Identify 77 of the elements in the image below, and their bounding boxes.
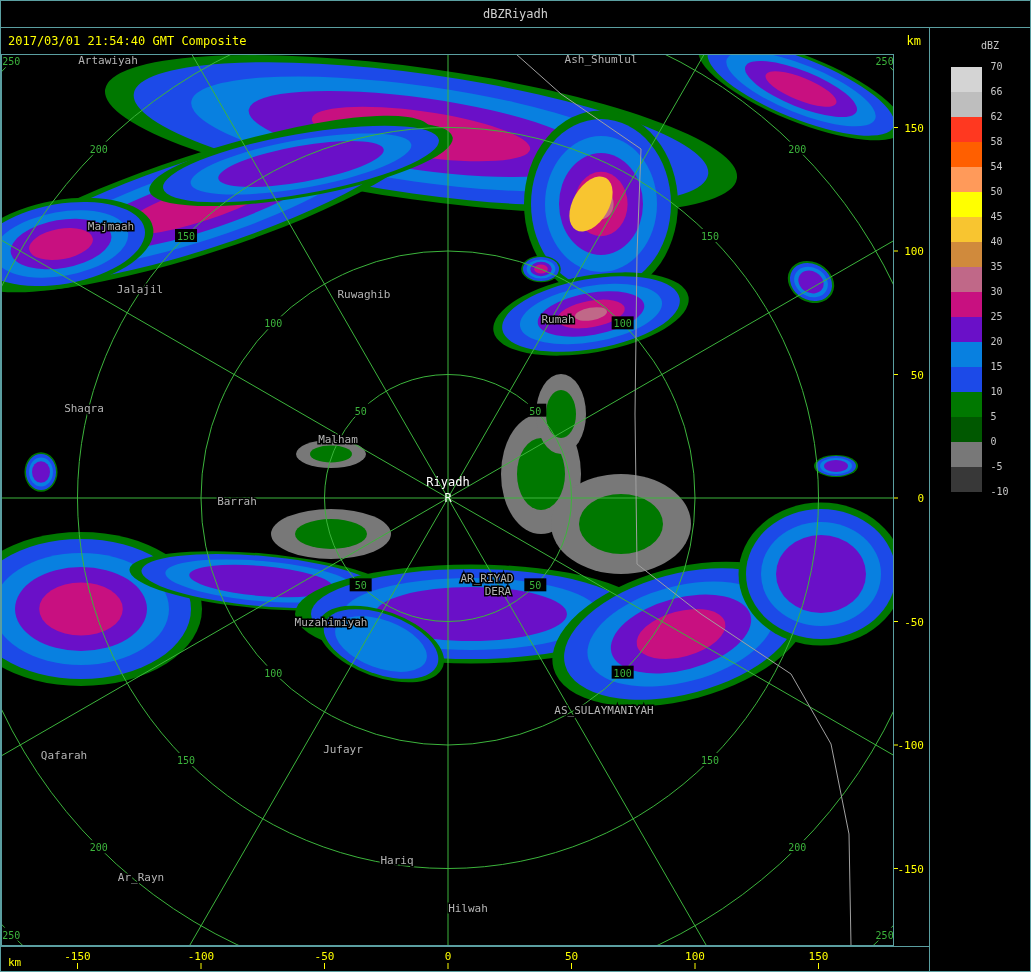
axis-tick-label: -50 xyxy=(314,950,335,963)
tick-mark xyxy=(894,374,899,375)
radar-site-marker: R xyxy=(444,491,452,505)
legend-label: 50 xyxy=(990,185,1004,199)
axis-tick-label: -100 xyxy=(187,950,215,963)
legend-label: 40 xyxy=(990,235,1004,249)
tick-mark xyxy=(894,621,899,622)
axis-tick-label: -50 xyxy=(904,615,924,629)
tick-mark xyxy=(77,962,78,970)
unit-label: km xyxy=(906,34,921,48)
legend-label: 45 xyxy=(990,210,1004,224)
axis-tick-label: 0 xyxy=(917,492,924,505)
axis-tick-label: 100 xyxy=(904,245,924,258)
place-label: Qafarah xyxy=(40,749,88,762)
legend-label: -10 xyxy=(990,485,1009,499)
radar-site-label: Riyadh xyxy=(426,475,470,489)
axis-tick-label: 50 xyxy=(910,368,924,382)
tick-mark xyxy=(694,962,696,970)
range-ring-label: 200 xyxy=(87,840,110,854)
range-ring-label: 150 xyxy=(699,229,721,242)
axis-tick-label: 100 xyxy=(685,950,705,963)
legend-label: 66 xyxy=(990,85,1004,99)
place-label: Hariq xyxy=(380,854,414,867)
legend-label: 15 xyxy=(990,360,1004,374)
axis-tick-label: -100 xyxy=(897,739,924,752)
legend-label: 62 xyxy=(990,110,1004,124)
place-label: Rumah xyxy=(541,313,575,326)
axis-tick-label: 0 xyxy=(444,950,452,963)
legend-title: dBZ xyxy=(980,40,1000,51)
tick-mark xyxy=(894,250,899,252)
place-label: Ash_Shumlul xyxy=(564,54,638,66)
axis-tick-label: -150 xyxy=(897,862,924,876)
axis-tick-label: 150 xyxy=(904,121,924,135)
place-label: Hilwah xyxy=(448,902,488,915)
window-title: dBZRiyadh xyxy=(483,7,548,21)
place-label: Barrah xyxy=(217,495,257,508)
tick-mark xyxy=(200,962,202,970)
place-label: Majmaah xyxy=(87,220,135,233)
timestamp-label: 2017/03/01 21:54:40 GMT Composite xyxy=(8,34,247,48)
tick-mark xyxy=(894,497,899,499)
range-ring-label: 100 xyxy=(611,316,634,330)
tick-mark xyxy=(447,962,449,970)
place-label: DERA xyxy=(484,585,512,598)
legend-label: 25 xyxy=(990,310,1004,324)
tick-mark xyxy=(571,962,572,970)
legend-label: -5 xyxy=(990,460,1004,474)
legend-label: 30 xyxy=(990,285,1004,299)
place-label: Shaqra xyxy=(64,402,104,415)
tick-mark xyxy=(894,868,899,869)
legend-label: 70 xyxy=(990,60,1004,74)
axis-tick-label: 50 xyxy=(564,950,579,963)
place-label: Ruwaghib xyxy=(337,288,391,301)
tick-mark xyxy=(324,962,325,970)
legend-label: 5 xyxy=(990,410,998,424)
axis-unit-label: km xyxy=(8,956,22,969)
legend-label: 58 xyxy=(990,135,1004,149)
legend-label: 10 xyxy=(990,385,1004,399)
range-ring-label: 200 xyxy=(786,840,809,854)
legend-label: 54 xyxy=(990,160,1004,174)
place-label: AR_RIYAD xyxy=(460,572,514,585)
radar-echo xyxy=(787,261,835,303)
place-label: Artawiyah xyxy=(78,54,138,67)
tick-mark xyxy=(818,962,819,970)
legend-label: 0 xyxy=(990,435,998,449)
range-ring-label: 150 xyxy=(175,229,197,242)
legend-label: 35 xyxy=(990,260,1004,274)
axis-tick-label: 150 xyxy=(808,950,829,963)
range-ring-label: 100 xyxy=(262,316,285,330)
radar-echo xyxy=(24,452,58,492)
tick-mark xyxy=(894,744,899,746)
range-ring-label: 50 xyxy=(524,578,547,592)
legend-label: 20 xyxy=(990,335,1004,349)
axis-tick-label: -150 xyxy=(64,950,91,963)
place-label: Jufayr xyxy=(323,743,363,756)
radar-echo xyxy=(814,455,858,477)
range-ring-label: 50 xyxy=(349,578,372,592)
tick-mark xyxy=(894,127,899,128)
